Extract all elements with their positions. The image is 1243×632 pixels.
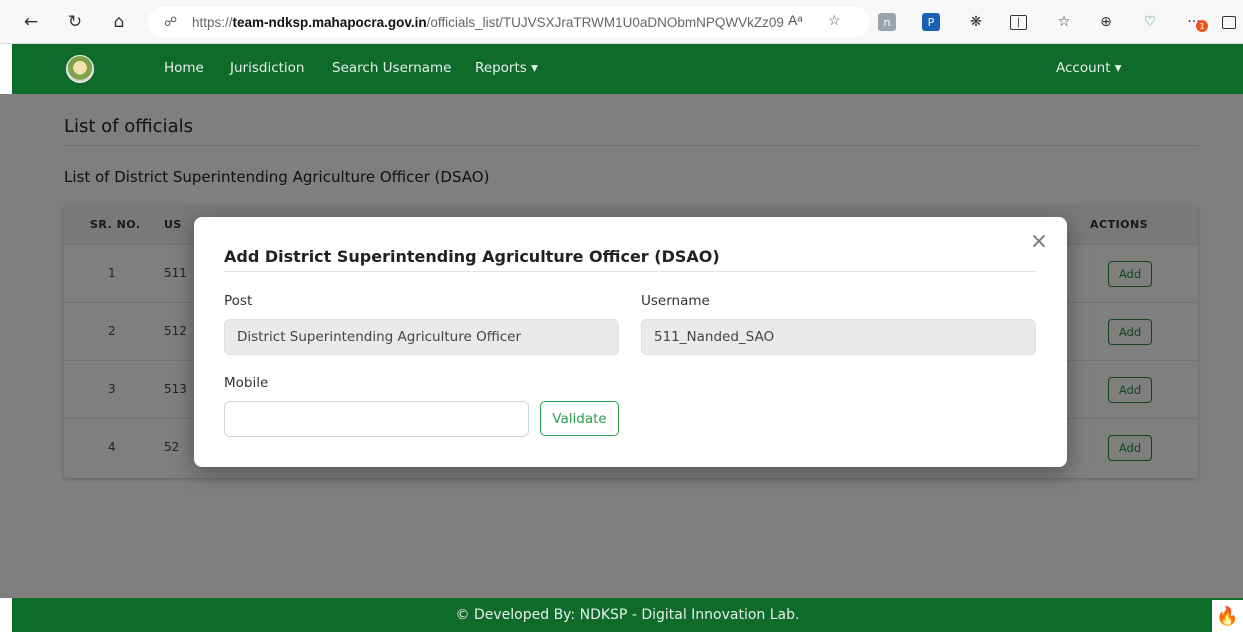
mobile-label: Mobile [224,375,269,391]
nav-home[interactable]: Home [164,60,204,76]
nav-reports[interactable]: Reports ▾ [475,60,538,76]
sidebar-toggle-icon[interactable] [1222,16,1236,29]
extensions-puzzle-icon[interactable]: ❋ [966,12,986,32]
modal-title: Add District Superintending Agriculture … [224,247,720,266]
url-path: /officials_list/TUJVSXJraTRWM1U0aDNObmNP… [426,14,784,30]
notification-badge: 1 [1196,20,1208,32]
favorite-star-icon[interactable]: ☆ [828,12,841,29]
close-icon[interactable]: × [1028,231,1050,253]
modal-divider [224,271,1036,272]
username-field[interactable] [641,319,1036,355]
read-aloud-icon[interactable]: Aᵃ [788,12,803,28]
address-bar[interactable]: ☍ https://team-ndksp.mahapocra.gov.in/of… [148,7,870,37]
site-navbar: Home Jurisdiction Search Username Report… [12,44,1243,94]
collections-icon[interactable]: ⊕ [1096,12,1116,32]
favorites-icon[interactable]: ☆ [1054,12,1074,32]
url-host: team-ndksp.mahapocra.gov.in [232,14,427,30]
validate-button[interactable]: Validate [540,401,619,436]
extension-p-icon[interactable]: P [922,13,940,31]
lock-icon: ☍ [164,14,178,29]
back-arrow-icon[interactable]: ← [18,9,44,35]
mobile-field[interactable] [224,401,529,437]
post-field[interactable] [224,319,619,355]
browser-toolbar: ← ↻ ⌂ ☍ https://team-ndksp.mahapocra.gov… [0,0,1243,44]
health-icon[interactable]: ♡ [1140,12,1160,32]
flame-icon[interactable]: 🔥 [1212,600,1243,632]
extension-n-icon[interactable]: n [878,13,896,31]
post-label: Post [224,293,253,309]
site-logo[interactable] [66,55,94,83]
refresh-icon[interactable]: ↻ [62,9,88,35]
site-footer: © Developed By: NDKSP - Digital Innovati… [12,598,1243,632]
url-scheme: https:// [192,14,233,30]
nav-search-username[interactable]: Search Username [332,60,452,76]
add-dsao-modal: Add District Superintending Agriculture … [194,217,1067,467]
nav-account[interactable]: Account ▾ [1056,60,1122,76]
split-screen-icon[interactable]: | [1010,15,1027,30]
home-icon[interactable]: ⌂ [106,9,132,35]
nav-jurisdiction[interactable]: Jurisdiction [230,60,304,76]
username-label: Username [641,293,710,309]
footer-text: © Developed By: NDKSP - Digital Innovati… [455,607,800,623]
